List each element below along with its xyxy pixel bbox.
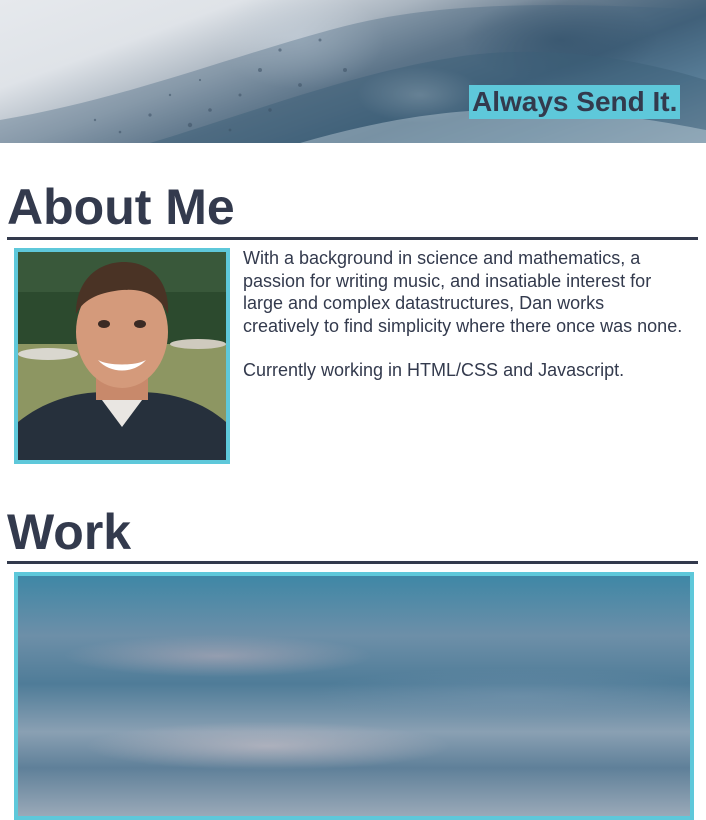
work-heading: Work — [7, 504, 132, 560]
bio-text: With a background in science and mathema… — [243, 247, 683, 404]
bio-paragraph: Currently working in HTML/CSS and Javasc… — [243, 360, 625, 380]
bio-paragraph: With a background in science and mathema… — [243, 248, 683, 336]
about-heading: About Me — [7, 179, 235, 235]
hero-banner: Always Send It. — [0, 0, 706, 143]
hero-tagline: Always Send It. — [469, 85, 681, 119]
profile-photo — [14, 248, 230, 464]
work-project-image[interactable] — [14, 572, 694, 820]
about-divider — [7, 237, 698, 240]
work-divider — [7, 561, 698, 564]
portrait-image — [18, 252, 226, 460]
wave-spray-image — [0, 5, 706, 143]
